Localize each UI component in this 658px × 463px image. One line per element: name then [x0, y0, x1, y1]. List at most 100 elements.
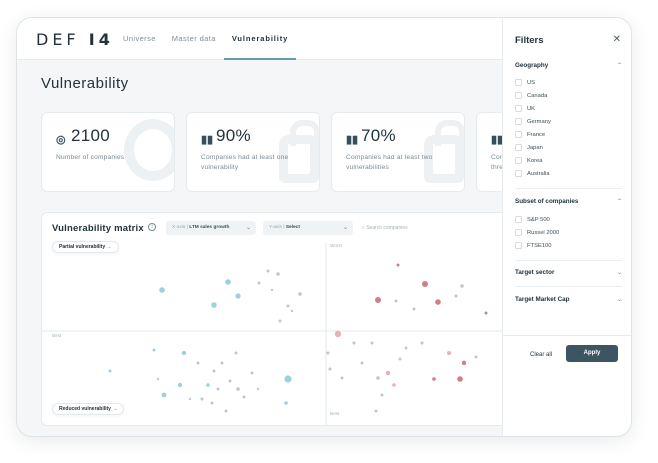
checkbox-korea[interactable]: Korea [515, 157, 542, 164]
stat-value: 2100 [71, 126, 111, 145]
scatter-point[interactable] [181, 350, 187, 356]
scatter-point[interactable] [212, 369, 216, 373]
filter-section-target-sector[interactable]: Target sector ⌄ [515, 269, 622, 276]
scatter-point[interactable] [328, 367, 332, 371]
scatter-point[interactable] [376, 376, 380, 380]
clear-all-button[interactable]: Clear all [530, 347, 552, 363]
scatter-point[interactable] [284, 375, 292, 383]
scatter-point[interactable] [334, 330, 342, 338]
scatter-point[interactable] [447, 351, 451, 355]
scatter-point[interactable] [234, 351, 238, 355]
checkbox-ftse100[interactable]: FTSE100 [515, 242, 552, 249]
scatter-point[interactable] [352, 341, 356, 345]
scatter-point[interactable] [375, 297, 381, 303]
scatter-point[interactable] [380, 393, 384, 397]
scatter-point[interactable] [284, 401, 288, 405]
checkbox-sp500[interactable]: S&P 500 [515, 216, 550, 223]
scatter-point[interactable] [326, 351, 330, 355]
scatter-point[interactable] [220, 361, 224, 365]
axis-label-best-bottom: Best [330, 411, 340, 416]
scatter-point[interactable] [266, 269, 270, 273]
scatter-point[interactable] [177, 382, 183, 388]
scatter-point[interactable] [225, 279, 231, 285]
reduced-vulnerability-button[interactable]: Reduced vulnerability → [52, 403, 125, 415]
stat-label: Number of companies [56, 154, 125, 161]
scatter-point[interactable] [461, 360, 467, 366]
scatter-point[interactable] [211, 302, 217, 308]
checkbox-icon [515, 105, 522, 112]
logo[interactable]: DEF I4 [36, 30, 114, 49]
checkbox-icon [515, 79, 522, 86]
scatter-point[interactable] [256, 387, 260, 391]
scatter-point[interactable] [398, 357, 402, 361]
scatter-point[interactable] [156, 377, 160, 381]
scatter-point[interactable] [392, 383, 396, 387]
checkbox-germany[interactable]: Germany [515, 118, 551, 125]
checkbox-icon [515, 242, 522, 249]
scatter-point[interactable] [161, 392, 167, 398]
scatter-point[interactable] [385, 370, 391, 376]
scatter-point[interactable] [152, 348, 156, 352]
checkbox-uk[interactable]: UK [515, 105, 535, 112]
scatter-point[interactable] [420, 341, 424, 345]
scatter-point[interactable] [188, 397, 192, 401]
scatter-point[interactable] [340, 376, 344, 380]
scatter-point[interactable] [276, 272, 280, 276]
scatter-point[interactable] [210, 401, 214, 405]
scatter-point[interactable] [235, 293, 241, 299]
checkbox-icon [515, 216, 522, 223]
scatter-point[interactable] [159, 287, 165, 293]
scatter-point[interactable] [224, 409, 228, 413]
nav-item-master-data[interactable]: Master data [172, 18, 216, 60]
scatter-point[interactable] [236, 387, 240, 391]
filter-section-target-market-cap[interactable]: Target Market Cap ⌄ [515, 296, 622, 303]
close-icon[interactable]: ✕ [613, 34, 621, 45]
scatter-point[interactable] [206, 383, 210, 387]
scatter-point[interactable] [290, 309, 294, 313]
scatter-point[interactable] [484, 311, 488, 315]
filter-section-geography[interactable]: Geography ⌃ [515, 62, 622, 69]
filter-section-subset[interactable]: Subset of companies ⌃ [515, 198, 622, 205]
scatter-point[interactable] [454, 294, 458, 298]
scatter-point[interactable] [196, 361, 200, 365]
nav-item-universe[interactable]: Universe [123, 18, 156, 60]
scatter-point[interactable] [298, 292, 302, 296]
vulnerability-matrix-panel: Vulnerability matrix i X-axis | LTM sale… [41, 212, 511, 426]
scatter-point[interactable] [404, 346, 408, 350]
scatter-point[interactable] [412, 307, 416, 311]
apply-button[interactable]: Apply [566, 345, 618, 362]
checkbox-australia[interactable]: Australia [515, 170, 550, 177]
scatter-point[interactable] [394, 299, 398, 303]
scatter-point[interactable] [278, 319, 282, 323]
scatter-point[interactable] [270, 288, 274, 292]
checkbox-us[interactable]: US [515, 79, 535, 86]
scatter-point[interactable] [457, 376, 463, 382]
scatter-point[interactable] [474, 355, 478, 359]
scatter-point[interactable] [200, 397, 204, 401]
checkbox-russel2000[interactable]: Russel 2000 [515, 229, 559, 236]
scatter-point[interactable] [216, 387, 220, 391]
chevron-up-icon: ⌃ [616, 63, 622, 69]
scatter-point[interactable] [108, 369, 112, 373]
scatter-point[interactable] [286, 304, 290, 308]
checkbox-france[interactable]: France [515, 131, 545, 138]
nav-item-vulnerability[interactable]: Vulnerability [223, 18, 297, 60]
stat-value: 70% [361, 126, 396, 145]
scatter-point[interactable] [432, 377, 436, 381]
scatter-point[interactable] [374, 409, 378, 413]
scatter-point[interactable] [422, 281, 428, 287]
checkbox-canada[interactable]: Canada [515, 92, 547, 99]
lock-icon: ▮▮ [201, 134, 214, 146]
scatter-point[interactable] [242, 395, 246, 399]
scatter-point[interactable] [250, 371, 254, 375]
scatter-point[interactable] [257, 281, 261, 285]
scatter-point[interactable] [435, 299, 441, 305]
checkbox-japan[interactable]: Japan [515, 144, 543, 151]
scatter-point[interactable] [228, 379, 232, 383]
scatter-point[interactable] [396, 263, 400, 267]
scatter-point[interactable] [460, 284, 464, 288]
axis-label-worst: Worst [330, 243, 342, 248]
partial-vulnerability-button[interactable]: Partial vulnerability → [52, 241, 119, 253]
scatter-point[interactable] [360, 361, 364, 365]
scatter-point[interactable] [370, 341, 374, 345]
